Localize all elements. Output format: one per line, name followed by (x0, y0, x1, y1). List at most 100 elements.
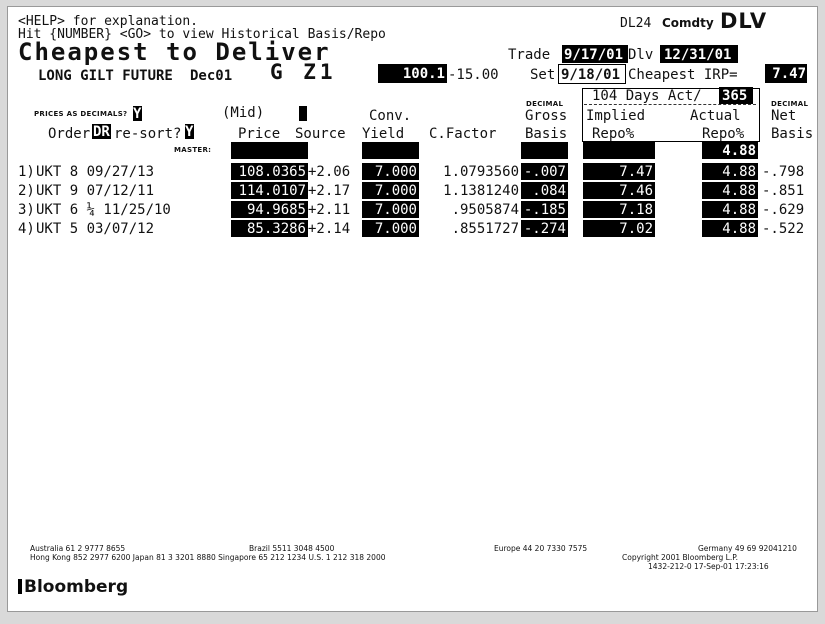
col-implied-repo: Repo% (592, 126, 635, 142)
mid-field[interactable] (299, 106, 307, 121)
function-code: DLV (720, 9, 768, 33)
order-label: Order (48, 126, 91, 142)
table-row[interactable]: 4) UKT 5 03/07/12 85.3286 +2.14 7.000 .855172… (8, 219, 817, 238)
mid-label: (Mid) (222, 105, 265, 121)
row-gross-basis: -.274 (523, 221, 566, 237)
master-implied-field[interactable] (583, 142, 655, 159)
row-bond: UKT 5 03/07/12 (36, 221, 155, 237)
row-index: 3) (18, 202, 35, 218)
days-label: 104 Days Act/ (592, 88, 702, 104)
master-yield-field[interactable] (362, 142, 419, 159)
future-price-value: 100.1 (380, 67, 445, 81)
col-gross-basis: Basis (525, 126, 568, 142)
row-yield: 7.000 (364, 165, 417, 179)
row-gross-basis: -.185 (523, 202, 566, 218)
cheapest-label: Cheapest IRP= (628, 67, 738, 83)
dlv-label: Dlv (628, 47, 654, 63)
footer-germany: Germany 49 69 92041210 (698, 544, 797, 553)
row-index: 4) (18, 221, 35, 237)
row-gross-basis: -.007 (523, 164, 566, 180)
footer-stamp: 1432-212-0 17-Sep-01 17:23:16 (648, 562, 769, 571)
row-bond: UKT 6 ¼ 11/25/10 (36, 202, 171, 218)
row-implied-repo: 7.02 (585, 222, 653, 236)
settle-label: Set (530, 67, 556, 83)
logo-text: Bloomberg (24, 577, 129, 597)
order-value: DR (93, 124, 110, 140)
row-source: +2.17 (308, 183, 351, 199)
row-implied-repo: 7.47 (585, 165, 653, 179)
trade-date: 9/17/01 (564, 47, 624, 63)
row-actual-repo: 4.88 (704, 222, 756, 236)
row-yield: 7.000 (364, 184, 417, 198)
row-actual-repo: 4.88 (704, 165, 756, 179)
resort-value: Y (185, 124, 194, 140)
terminal-screen: <HELP> for explanation. Hit {NUMBER} <GO… (7, 6, 818, 612)
col-gross: Gross (525, 108, 568, 124)
row-yield: 7.000 (364, 203, 417, 217)
row-index: 2) (18, 183, 35, 199)
table-row[interactable]: 2) UKT 9 07/12/11 114.0107 +2.17 7.000 1.1381… (8, 181, 817, 200)
master-actual-repo: 4.88 (708, 144, 756, 158)
row-actual-repo: 4.88 (704, 184, 756, 198)
repo-box-divider (584, 104, 756, 105)
future-code: G Z1 (270, 60, 337, 84)
master-gross-field[interactable] (521, 142, 568, 159)
master-label: MASTER: (174, 146, 212, 154)
contract-month: Dec01 (190, 68, 233, 84)
col-actual: Actual (690, 108, 741, 124)
col-source: Source (295, 126, 346, 142)
bloomberg-logo: Bloomberg (18, 577, 128, 597)
row-price: 114.0107 (233, 184, 306, 198)
col-decimal-net: DECIMAL (771, 100, 809, 108)
logo-bar-icon (18, 579, 22, 594)
row-gross-basis: .084 (523, 184, 566, 198)
col-actual-repo: Repo% (702, 126, 745, 142)
footer-europe: Europe 44 20 7330 7575 (494, 544, 588, 553)
row-price: 94.9685 (233, 203, 306, 217)
row-net-basis: -.798 (762, 164, 805, 180)
col-implied: Implied (586, 108, 646, 124)
table-row[interactable]: 1) UKT 8 09/27/13 108.0365 +2.06 7.000 1.0793… (8, 162, 817, 181)
row-implied-repo: 7.18 (585, 203, 653, 217)
cheapest-irp: 7.47 (766, 67, 806, 81)
row-net-basis: -.629 (762, 202, 805, 218)
sector: Comdty (662, 16, 714, 30)
prices-decimals-value: Y (133, 106, 142, 122)
row-bond: UKT 9 07/12/11 (36, 183, 155, 199)
row-price: 108.0365 (233, 165, 306, 179)
ticker: DL24 (620, 16, 652, 31)
footer-australia: Australia 61 2 9777 8655 (30, 544, 126, 553)
row-index: 1) (18, 164, 35, 180)
col-yield: Yield (362, 126, 405, 142)
footer-copyright: Copyright 2001 Bloomberg L.P. (622, 553, 738, 562)
master-price-field[interactable] (231, 142, 308, 159)
settle-date: 9/18/01 (561, 67, 621, 83)
row-source: +2.11 (308, 202, 351, 218)
row-net-basis: -.851 (762, 183, 805, 199)
row-price: 85.3286 (233, 222, 306, 236)
col-net: Net (771, 108, 797, 124)
day-count: 365 (722, 88, 748, 104)
future-name: LONG GILT FUTURE (38, 68, 173, 84)
future-change: -15.00 (448, 67, 499, 83)
row-yield: 7.000 (364, 222, 417, 236)
row-source: +2.06 (308, 164, 351, 180)
col-net-basis: Basis (771, 126, 814, 142)
row-source: +2.14 (308, 221, 351, 237)
row-actual-repo: 4.88 (704, 203, 756, 217)
row-cfactor: 1.0793560 (443, 164, 519, 180)
prices-decimals-label: PRICES AS DECIMALS? (34, 110, 128, 118)
row-bond: UKT 8 09/27/13 (36, 164, 155, 180)
trade-label: Trade (508, 47, 551, 63)
row-cfactor: .8551727 (451, 221, 519, 237)
footer-brazil: Brazil 5511 3048 4500 (249, 544, 335, 553)
col-conv: Conv. (369, 108, 412, 124)
row-net-basis: -.522 (762, 221, 805, 237)
row-cfactor: 1.1381240 (443, 183, 519, 199)
col-price: Price (238, 126, 281, 142)
row-implied-repo: 7.46 (585, 184, 653, 198)
footer-offices: Hong Kong 852 2977 6200 Japan 81 3 3201 … (30, 553, 386, 562)
table-row[interactable]: 3) UKT 6 ¼ 11/25/10 94.9685 +2.11 7.000 .9505… (8, 200, 817, 219)
row-cfactor: .9505874 (451, 202, 519, 218)
col-cfactor: C.Factor (429, 126, 497, 142)
